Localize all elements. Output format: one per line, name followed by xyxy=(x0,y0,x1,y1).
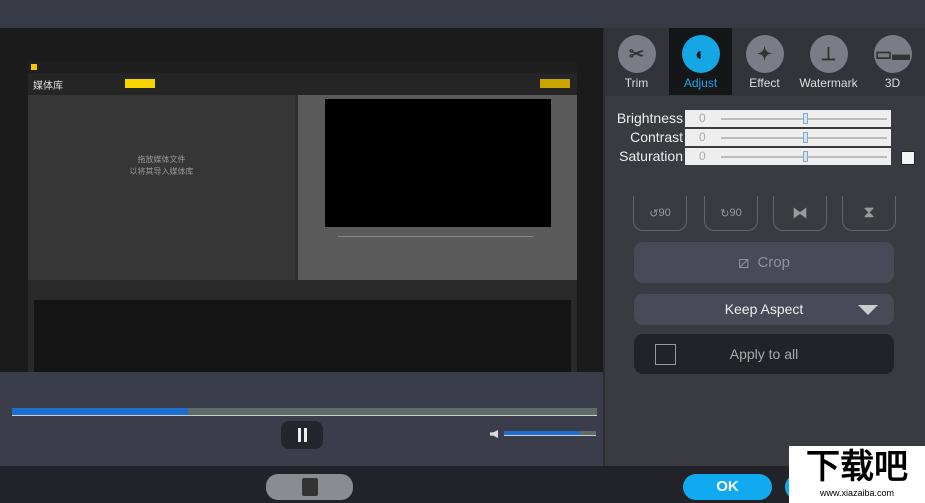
scissors-icon: ✂ xyxy=(617,35,656,73)
aspect-select[interactable]: Keep Aspect xyxy=(634,294,894,325)
rotate-right-label: 90 xyxy=(729,207,742,219)
pause-icon xyxy=(297,428,301,442)
brightness-label: Brightness xyxy=(616,110,683,126)
flip-horizontal-button[interactable]: ⧓ xyxy=(773,196,827,231)
media-library-pane: 拖放媒体文件 以将其导入媒体库 xyxy=(28,95,295,280)
adjust-checkbox[interactable] xyxy=(901,151,915,165)
flip-vertical-button[interactable]: ⧗ xyxy=(842,196,896,231)
chevron-down-icon xyxy=(858,305,878,315)
rotate-right-button[interactable]: ↻ 90 xyxy=(704,196,758,231)
seek-bar[interactable] xyxy=(12,408,597,416)
rotate-right-icon: ↻ xyxy=(720,207,730,220)
speaker-icon[interactable] xyxy=(490,430,498,438)
title-bar xyxy=(0,0,925,28)
saturation-label: Saturation xyxy=(619,148,683,164)
tab-adjust[interactable]: ◐ Adjust xyxy=(669,28,732,95)
tab-3d[interactable]: ▭▬ 3D xyxy=(861,28,924,95)
embedded-app-screenshot: 媒体库 拖放媒体文件 以将其导入媒体库 xyxy=(28,61,577,372)
aspect-value: Keep Aspect xyxy=(724,301,804,317)
flip-vertical-icon: ⧗ xyxy=(863,204,875,221)
brightness-slider[interactable]: 0 xyxy=(685,110,891,127)
watermark-icon: ⊥ xyxy=(809,35,848,73)
brightness-value[interactable]: 0 xyxy=(699,111,706,125)
contrast-label: Contrast xyxy=(630,129,683,145)
rotate-left-icon: ↺ xyxy=(649,207,659,220)
apply-to-all-checkbox[interactable] xyxy=(655,344,676,365)
video-preview: 媒体库 拖放媒体文件 以将其导入媒体库 xyxy=(0,28,603,372)
crop-button[interactable]: ⧄ Crop xyxy=(634,242,894,283)
embedded-title-bar xyxy=(28,61,577,73)
saturation-value[interactable]: 0 xyxy=(699,149,706,163)
watermark-logo: 下载吧 www.xiazaiba.com xyxy=(789,446,925,503)
apply-to-all-toggle[interactable]: Apply to all xyxy=(634,334,894,374)
tab-label: Watermark xyxy=(799,76,858,90)
embedded-timeline xyxy=(28,280,577,372)
camera-icon xyxy=(301,478,318,496)
tab-trim[interactable]: ✂ Trim xyxy=(605,28,668,95)
brightness-icon: ◐ xyxy=(681,35,720,73)
saturation-slider[interactable]: 0 xyxy=(685,148,891,165)
tab-label: Trim xyxy=(624,76,649,90)
3d-glasses-icon: ▭▬ xyxy=(873,35,912,73)
drop-hint: 拖放媒体文件 xyxy=(137,155,186,164)
tab-watermark[interactable]: ⊥ Watermark xyxy=(797,28,860,95)
embedded-toolbar: 媒体库 xyxy=(28,73,577,95)
drop-hint-2: 以将其导入媒体库 xyxy=(129,167,194,176)
tab-label: 3D xyxy=(884,76,901,90)
crop-icon: ⧄ xyxy=(738,252,750,272)
bottom-bar: OK xyxy=(0,466,925,503)
rotate-left-button[interactable]: ↺ 90 xyxy=(633,196,687,231)
tab-effect[interactable]: ✦ Effect xyxy=(733,28,796,95)
tab-label: Effect xyxy=(749,76,780,90)
playback-controls xyxy=(0,372,603,466)
edit-panel: ✂ Trim ◐ Adjust ✦ Effect ⊥ Watermark ▭▬ 3D Br… xyxy=(605,28,925,466)
flip-horizontal-icon: ⧓ xyxy=(792,205,808,222)
library-title: 媒体库 xyxy=(33,81,63,92)
snapshot-button[interactable] xyxy=(266,474,353,500)
contrast-value[interactable]: 0 xyxy=(699,130,706,144)
contrast-slider[interactable]: 0 xyxy=(685,129,891,146)
magic-wand-icon: ✦ xyxy=(745,35,784,73)
apply-to-all-label: Apply to all xyxy=(729,346,799,362)
ok-button[interactable]: OK xyxy=(683,474,772,500)
tab-label: Adjust xyxy=(683,76,718,90)
volume-slider[interactable] xyxy=(504,431,596,436)
rotate-left-label: 90 xyxy=(658,207,671,219)
ok-label: OK xyxy=(716,478,739,495)
crop-label: Crop xyxy=(757,254,790,271)
embedded-preview xyxy=(298,95,577,280)
pause-button[interactable] xyxy=(281,421,323,449)
